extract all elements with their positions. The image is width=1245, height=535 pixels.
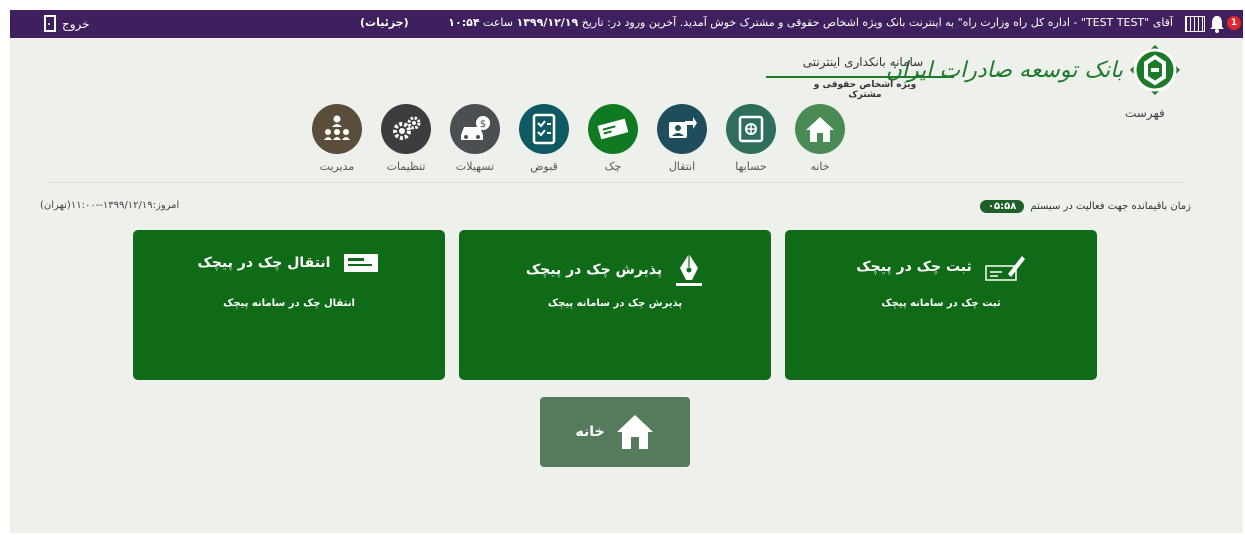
welcome-prefix: آقای " xyxy=(1144,16,1173,29)
nav-item-transfer[interactable]: انتقال xyxy=(652,104,712,173)
nav-item-settings[interactable]: تنظیمات xyxy=(376,104,436,173)
welcome-rest: " - اداره کل راه وزارت راه" به اینترنت ب… xyxy=(581,16,1086,29)
top-bar: خروج (جزئیات) آقای "TEST TEST" - اداره ک… xyxy=(10,10,1243,38)
pen-sign-icon xyxy=(676,254,703,286)
loan-icon: $ xyxy=(450,104,500,154)
card-description: انتقال چک در سامانه پیچک xyxy=(223,298,355,309)
system-subtitle: ویژه اشخاص حقوقی و مشترک xyxy=(813,80,917,100)
nav-item-bills[interactable]: قبوض xyxy=(514,104,574,173)
cheque-register-icon xyxy=(985,256,1025,281)
home-button-label: خانه xyxy=(575,424,605,440)
today-label: امروز: xyxy=(152,200,180,211)
nav-label: قبوض xyxy=(530,160,558,173)
main-nav: خانه حسابها انتقال چک قبوض $ تسهیلات تنظ… xyxy=(310,104,850,176)
logout-label: خروج xyxy=(62,16,90,31)
bank-logo-icon xyxy=(1130,45,1180,95)
section-divider xyxy=(46,182,1186,183)
nav-label: تنظیمات xyxy=(386,160,426,173)
card-header: انتقال چک در پیچک xyxy=(133,252,445,274)
welcome-message: آقای "TEST TEST" - اداره کل راه وزارت را… xyxy=(448,16,1173,29)
bills-icon xyxy=(519,104,569,154)
nav-label: تسهیلات xyxy=(455,160,495,173)
accept-cheque-card[interactable]: پذیرش چک در پیچک پذیرش چک در سامانه پیچک xyxy=(459,230,771,380)
management-icon xyxy=(312,104,362,154)
transfer-icon xyxy=(657,104,707,154)
card-description: پذیرش چک در سامانه پیچک xyxy=(547,298,683,309)
system-title: سامانه بانکداری اینترنتی xyxy=(802,55,924,69)
time-word: ساعت xyxy=(483,16,513,29)
nav-label: حسابها xyxy=(735,160,767,173)
session-timer: ۰۵:۵۸ xyxy=(979,200,1025,213)
bell-icon[interactable] xyxy=(1207,14,1227,34)
nav-label: انتقال xyxy=(668,160,696,173)
card-header: ثبت چک در پیچک xyxy=(785,252,1097,282)
menu-link[interactable]: فهرست xyxy=(1125,106,1165,120)
home-icon xyxy=(795,104,845,154)
card-title: پذیرش چک در پیچک xyxy=(525,262,663,278)
nav-label: خانه xyxy=(810,160,830,173)
calendar-icon[interactable] xyxy=(1185,16,1205,32)
nav-label: چک xyxy=(604,160,622,173)
register-cheque-card[interactable]: ثبت چک در پیچک ثبت چک در سامانه پیچک xyxy=(785,230,1097,380)
today-date: امروز:۱۳۹۹/۱۲/۱۹--۱۱:۰۰(تهران) xyxy=(40,200,179,211)
today-value: ۱۳۹۹/۱۲/۱۹--۱۱:۰۰(تهران) xyxy=(40,200,153,211)
cheque-icon xyxy=(588,104,638,154)
safe-icon xyxy=(726,104,776,154)
logout-button[interactable]: خروج xyxy=(44,15,90,32)
last-login-time: ۱۰:۵۴ xyxy=(448,16,480,29)
nav-item-accounts[interactable]: حسابها xyxy=(721,104,781,173)
card-title: انتقال چک در پیچک xyxy=(197,255,331,271)
home-icon xyxy=(616,415,653,449)
card-title: ثبت چک در پیچک xyxy=(856,259,972,275)
session-label: زمان باقیمانده جهت فعالیت در سیستم xyxy=(1030,201,1191,212)
nav-item-loans[interactable]: $ تسهیلات xyxy=(445,104,505,173)
details-link[interactable]: (جزئیات) xyxy=(360,16,409,29)
card-description: ثبت چک در سامانه پیچک xyxy=(881,298,1001,309)
nav-item-management[interactable]: مدیریت xyxy=(307,104,367,173)
transfer-cheque-card[interactable]: انتقال چک در پیچک انتقال چک در سامانه پی… xyxy=(133,230,445,380)
brand-divider xyxy=(766,76,954,78)
last-login-date: ۱۳۹۹/۱۲/۱۹ xyxy=(516,16,579,29)
nav-item-cheque[interactable]: چک xyxy=(583,104,643,173)
user-name: TEST TEST xyxy=(1085,16,1145,29)
nav-item-home[interactable]: خانه xyxy=(790,104,850,173)
card-header: پذیرش چک در پیچک xyxy=(459,252,771,288)
nav-label: مدیریت xyxy=(319,160,355,173)
svg-text:$: $ xyxy=(480,119,486,130)
notification-badge[interactable]: 1 xyxy=(1227,16,1241,30)
exit-door-icon xyxy=(44,15,56,32)
home-button[interactable]: خانه xyxy=(540,397,690,467)
cheque-transfer-icon xyxy=(344,254,379,272)
session-timer-area: زمان باقیمانده جهت فعالیت در سیستم ۰۵:۵۸ xyxy=(979,200,1191,213)
app-frame: خروج (جزئیات) آقای "TEST TEST" - اداره ک… xyxy=(10,10,1243,533)
gears-icon xyxy=(381,104,431,154)
